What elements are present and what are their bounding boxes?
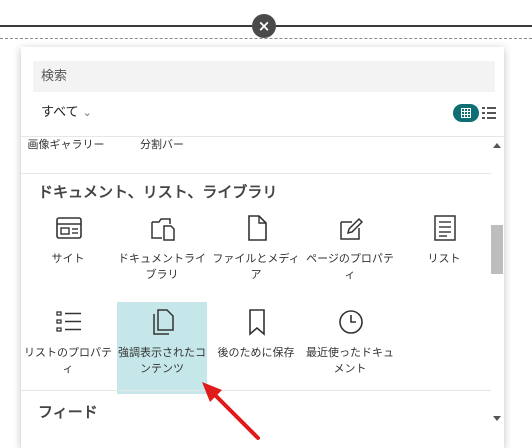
search-placeholder: 検索 <box>41 69 68 84</box>
bookmark-icon <box>249 309 265 336</box>
tile-page-properties[interactable]: ページのプロパティ <box>305 214 395 300</box>
close-button[interactable]: × <box>252 14 276 38</box>
filter-label: すべて <box>41 105 79 120</box>
tile-list[interactable]: リスト <box>399 214 489 300</box>
filter-dropdown[interactable]: すべて ⌄ <box>41 101 92 120</box>
tile-document-library[interactable]: ドキュメントライブラリ <box>117 214 207 300</box>
scrollbar[interactable] <box>491 136 504 448</box>
search-input[interactable]: 検索 <box>33 61 495 92</box>
divider <box>21 173 491 174</box>
document-library-icon <box>151 218 175 241</box>
site-icon <box>56 217 82 239</box>
tile-label: ファイルとメディア <box>212 252 300 281</box>
tile-recent-documents[interactable]: 最近使ったドキュメント <box>305 308 395 394</box>
tile-label: ページのプロパティ <box>306 252 394 281</box>
section-heading-document: ドキュメント、リスト、ライブラリ <box>38 183 278 201</box>
list-icon <box>434 215 456 241</box>
page: × 検索 すべて ⌄ 画像ギャラリー 分割バー ドキュメント、リスト、ライブラリ … <box>0 0 532 448</box>
tile-label: リストのプロパティ <box>24 346 112 375</box>
list-properties-icon <box>56 311 81 332</box>
tile-label: 強調表示されたコンテンツ <box>118 346 206 375</box>
tile-file-media[interactable]: ファイルとメディア <box>211 214 301 300</box>
tile-list-properties[interactable]: リストのプロパティ <box>23 308 113 394</box>
tile-label: ドキュメントライブラリ <box>118 252 206 281</box>
close-icon: × <box>257 17 271 35</box>
tile-label: リスト <box>427 252 461 265</box>
tile-label: 後のために保存 <box>217 346 295 359</box>
scrollbar-thumb[interactable] <box>491 225 503 274</box>
tile-label-divider: 分割バー <box>140 138 184 151</box>
section-dashed-line <box>0 38 532 39</box>
section-heading-feed: フィード <box>38 403 98 421</box>
edit-icon <box>340 217 364 240</box>
file-icon <box>248 215 267 241</box>
chevron-down-icon: ⌄ <box>82 106 92 119</box>
clock-icon <box>339 310 363 334</box>
cut-off-row: 画像ギャラリー 分割バー <box>21 137 504 171</box>
tile-highlighted-content[interactable]: 強調表示されたコンテンツ <box>117 302 207 394</box>
tile-site[interactable]: サイト <box>23 214 113 300</box>
tile-label: サイト <box>51 252 85 265</box>
scroll-up-arrow-icon[interactable] <box>493 143 501 148</box>
list-view-icon[interactable] <box>482 106 496 120</box>
pointer-arrow-icon <box>202 382 260 440</box>
tile-label-image-gallery: 画像ギャラリー <box>27 138 105 151</box>
highlighted-content-icon <box>153 309 174 335</box>
grid-view-button[interactable] <box>453 104 479 122</box>
grid-icon <box>461 108 471 118</box>
scroll-down-arrow-icon[interactable] <box>493 416 501 421</box>
tile-label: 最近使ったドキュメント <box>306 346 394 375</box>
